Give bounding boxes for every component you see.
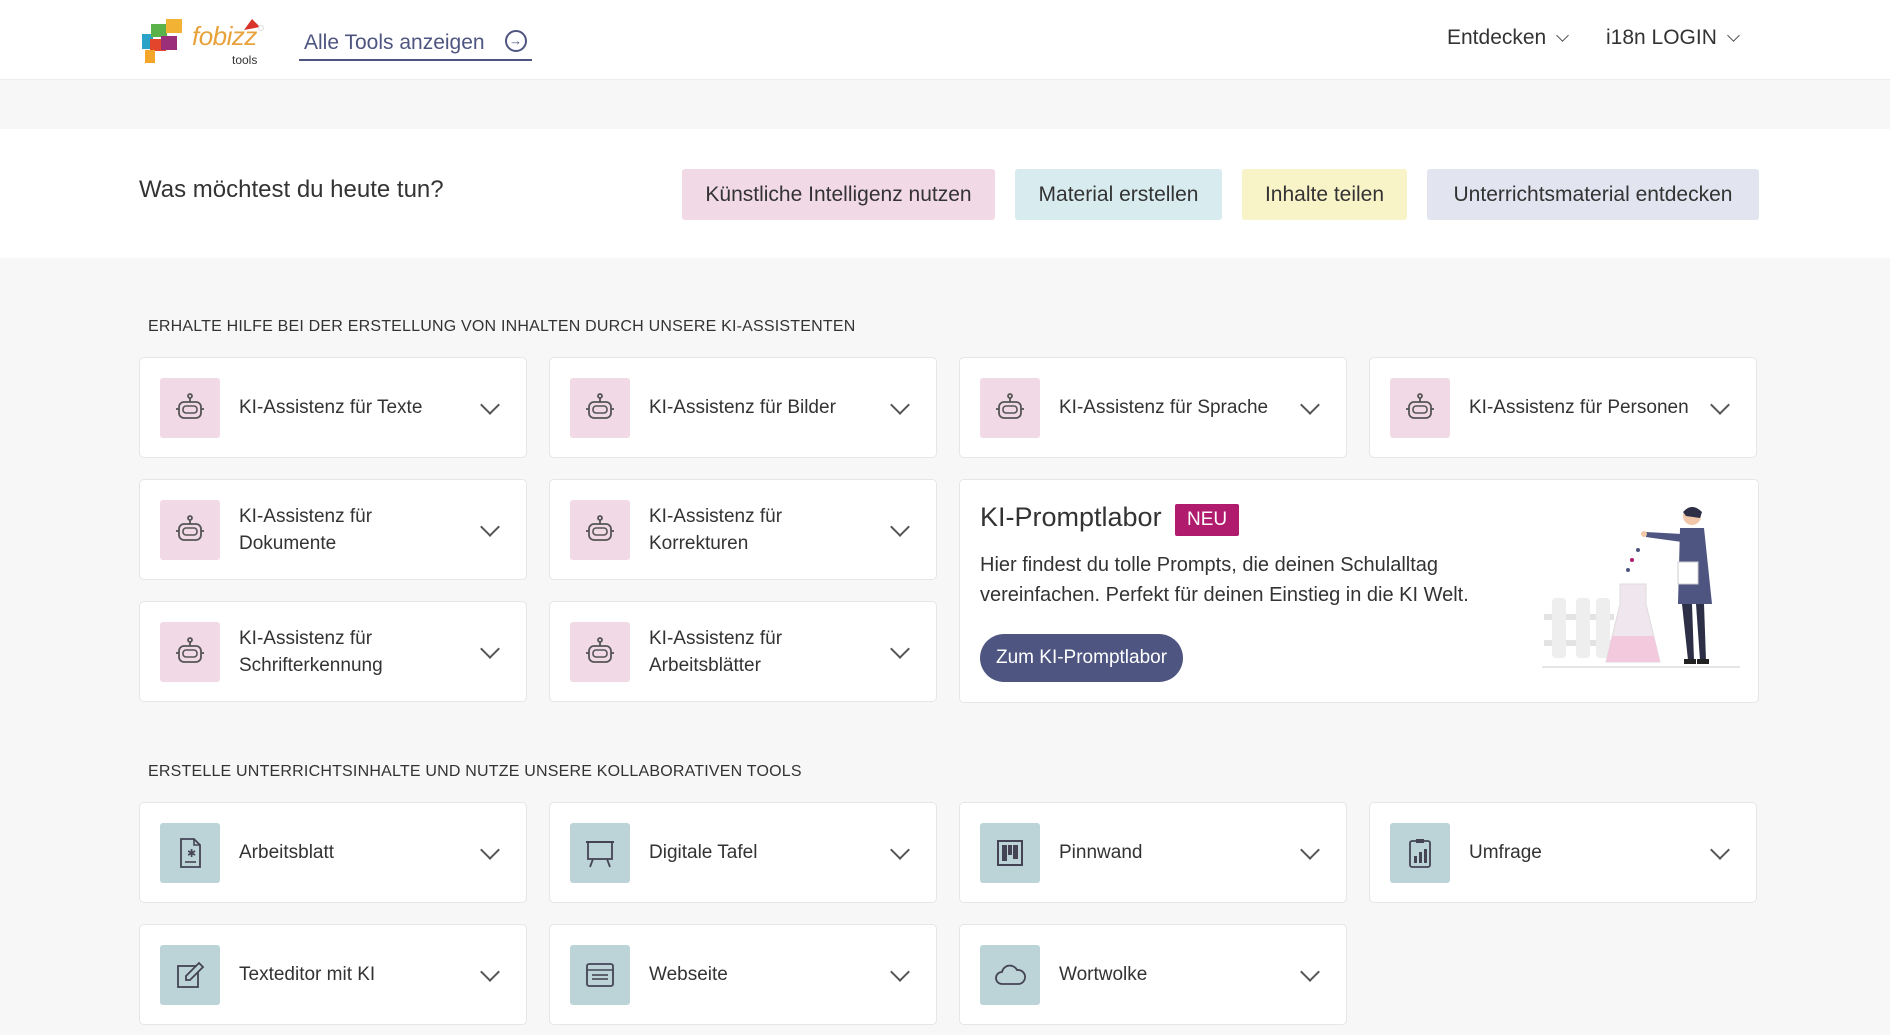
edit-icon bbox=[160, 945, 220, 1005]
chevron-down-icon bbox=[1727, 28, 1740, 42]
robot-icon bbox=[160, 378, 220, 438]
robot-icon bbox=[570, 622, 630, 682]
website-icon bbox=[570, 945, 630, 1005]
tool-card-ki-assistenz-für-bilder[interactable]: KI-Assistenz für Bilder bbox=[549, 357, 937, 458]
chevron-down-icon[interactable] bbox=[1300, 395, 1320, 415]
tool-card-label: KI-Assistenz für Bilder bbox=[649, 397, 836, 418]
arrow-right-circle-icon: → bbox=[504, 29, 527, 52]
tool-card-label: Digitale Tafel bbox=[649, 842, 758, 863]
login-dropdown[interactable]: i18n LOGIN bbox=[1606, 26, 1740, 50]
tool-card-ki-assistenz-für-personen[interactable]: KI-Assistenz für Personen bbox=[1369, 357, 1757, 458]
chevron-down-icon[interactable] bbox=[890, 395, 910, 415]
chevron-down-icon bbox=[1556, 28, 1570, 42]
robot-icon bbox=[160, 500, 220, 560]
chevron-down-icon[interactable] bbox=[480, 395, 500, 415]
question-title: Was möchtest du heute tun? bbox=[139, 176, 444, 203]
new-badge: NEU bbox=[1175, 504, 1240, 536]
chevron-down-icon[interactable] bbox=[480, 517, 500, 537]
chevron-down-icon[interactable] bbox=[1710, 840, 1730, 860]
tool-card-ki-assistenz-für-texte[interactable]: KI-Assistenz für Texte bbox=[139, 357, 527, 458]
all-tools-label: Alle Tools anzeigen bbox=[304, 30, 485, 54]
promptlabor-title: KI-Promptlabor bbox=[980, 502, 1162, 532]
tool-card-label: Umfrage bbox=[1469, 842, 1542, 863]
tool-card-label: KI-Assistenz für Arbeitsblätter bbox=[649, 627, 783, 676]
tool-card-label: Webseite bbox=[649, 964, 728, 985]
all-tools-link[interactable]: Alle Tools anzeigen → bbox=[299, 26, 532, 61]
chevron-down-icon[interactable] bbox=[1300, 840, 1320, 860]
promptlabor-button[interactable]: Zum KI-Promptlabor bbox=[980, 634, 1184, 682]
tool-card-ki-assistenz-für-korrekturen[interactable]: KI-Assistenz für Korrekturen bbox=[549, 479, 937, 580]
chevron-down-icon[interactable] bbox=[1300, 962, 1320, 982]
tool-card-webseite[interactable]: Webseite bbox=[549, 924, 937, 1025]
cloud-icon bbox=[980, 945, 1040, 1005]
top-navbar: fobizz tools Alle Tools anzeigen → Entde… bbox=[0, 0, 1890, 80]
robot-icon bbox=[980, 378, 1040, 438]
tool-card-label: Wortwolke bbox=[1059, 964, 1148, 985]
tool-card-ki-assistenz-für-schrifterkennung[interactable]: KI-Assistenz für Schrifterkennung bbox=[139, 601, 527, 702]
robot-icon bbox=[160, 622, 220, 682]
tool-card-label: Arbeitsblatt bbox=[239, 842, 335, 863]
chevron-down-icon[interactable] bbox=[480, 639, 500, 659]
tool-card-pinnwand[interactable]: Pinnwand bbox=[959, 802, 1347, 903]
login-label: i18n LOGIN bbox=[1606, 26, 1717, 49]
pinboard-icon bbox=[980, 823, 1040, 883]
filter-discover-button[interactable]: Unterrichtsmaterial entdecken bbox=[1427, 169, 1759, 220]
chevron-down-icon[interactable] bbox=[480, 962, 500, 982]
robot-icon bbox=[570, 500, 630, 560]
tool-card-label: KI-Assistenz für Personen bbox=[1469, 397, 1689, 418]
robot-icon bbox=[1390, 378, 1450, 438]
question-band: Was möchtest du heute tun? Künstliche In… bbox=[0, 129, 1890, 258]
santa-hat-icon bbox=[244, 19, 264, 31]
logo-subtitle: tools bbox=[232, 53, 258, 67]
fobizz-logo[interactable]: fobizz tools bbox=[142, 17, 267, 69]
ki-section-heading: ERHALTE HILFE BEI DER ERSTELLUNG VON INH… bbox=[148, 318, 856, 335]
survey-icon bbox=[1390, 823, 1450, 883]
tool-card-label: Pinnwand bbox=[1059, 842, 1143, 863]
tool-card-ki-assistenz-für-arbeitsblätter[interactable]: KI-Assistenz für Arbeitsblätter bbox=[549, 601, 937, 702]
tool-card-label: KI-Assistenz für Schrifterkennung bbox=[239, 627, 383, 676]
tool-card-ki-assistenz-für-dokumente[interactable]: KI-Assistenz für Dokumente bbox=[139, 479, 527, 580]
tool-card-ki-assistenz-für-sprache[interactable]: KI-Assistenz für Sprache bbox=[959, 357, 1347, 458]
discover-label: Entdecken bbox=[1447, 26, 1547, 49]
filter-ai-button[interactable]: Künstliche Intelligenz nutzen bbox=[682, 169, 995, 220]
svg-text:✱: ✱ bbox=[187, 847, 196, 860]
tool-card-label: KI-Assistenz für Texte bbox=[239, 397, 423, 418]
tool-card-label: KI-Assistenz für Dokumente bbox=[239, 505, 373, 554]
filter-material-button[interactable]: Material erstellen bbox=[1015, 169, 1222, 220]
logo-mark-icon bbox=[142, 19, 182, 63]
chevron-down-icon[interactable] bbox=[890, 517, 910, 537]
tool-card-label: KI-Assistenz für Sprache bbox=[1059, 397, 1269, 418]
tool-card-texteditor-mit-ki[interactable]: Texteditor mit KI bbox=[139, 924, 527, 1025]
chevron-down-icon[interactable] bbox=[890, 639, 910, 659]
chevron-down-icon[interactable] bbox=[890, 840, 910, 860]
filter-share-button[interactable]: Inhalte teilen bbox=[1242, 169, 1407, 220]
worksheet-icon: ✱ bbox=[160, 823, 220, 883]
promptlabor-description: Hier findest du tolle Prompts, die deine… bbox=[980, 554, 1469, 606]
tools-section-heading: ERSTELLE UNTERRICHTSINHALTE UND NUTZE UN… bbox=[148, 763, 802, 780]
tool-card-wortwolke[interactable]: Wortwolke bbox=[959, 924, 1347, 1025]
whiteboard-icon bbox=[570, 823, 630, 883]
chevron-down-icon[interactable] bbox=[890, 962, 910, 982]
tool-card-label: Texteditor mit KI bbox=[239, 964, 376, 985]
scientist-illustration bbox=[1542, 507, 1740, 668]
promptlabor-card: KI-Promptlabor NEU Hier findest du tolle… bbox=[959, 479, 1759, 703]
discover-dropdown[interactable]: Entdecken bbox=[1447, 26, 1570, 50]
tool-card-digitale-tafel[interactable]: Digitale Tafel bbox=[549, 802, 937, 903]
tool-card-arbeitsblatt[interactable]: ✱ Arbeitsblatt bbox=[139, 802, 527, 903]
robot-icon bbox=[570, 378, 630, 438]
chevron-down-icon[interactable] bbox=[480, 840, 500, 860]
tool-card-label: KI-Assistenz für Korrekturen bbox=[649, 505, 783, 554]
chevron-down-icon[interactable] bbox=[1710, 395, 1730, 415]
tool-card-umfrage[interactable]: Umfrage bbox=[1369, 802, 1757, 903]
